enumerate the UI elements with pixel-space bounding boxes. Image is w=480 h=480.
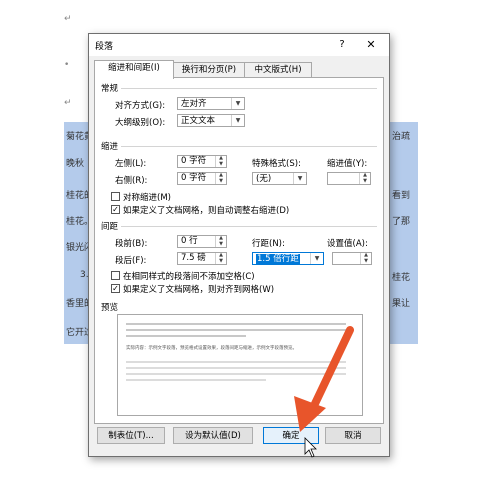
preview-line [126,323,346,325]
separator [121,146,377,147]
document-line: 果让 [392,299,411,309]
close-button[interactable]: ✕ [362,37,380,53]
general-heading: 常规 [101,84,119,94]
help-button[interactable]: ? [334,37,350,53]
preview-line [126,335,246,337]
separator [121,226,377,227]
set-default-button[interactable]: 设为默认值(D) [173,427,253,444]
alignment-select[interactable]: 左对齐 ▼ [177,97,245,110]
spacing-before-label: 段前(B): [115,239,148,249]
line-spacing-at-label: 设置值(A): [327,239,368,249]
preview-line [126,329,346,331]
mirror-indents-label: 对称缩进(M) [123,193,171,203]
tab-indents-spacing[interactable]: 缩进和间距(I) [94,60,174,79]
document-line: 桂花 [392,273,411,283]
spinner-arrows-icon[interactable]: ▲ ▼ [215,155,226,167]
special-indent-label: 特殊格式(S): [252,159,301,169]
indent-heading: 缩进 [101,142,119,152]
line-spacing-at-spinner[interactable]: ▲ ▼ [332,252,372,265]
spacing-after-value: 7.5 磅 [181,253,206,263]
paragraph-mark: ↵ [64,98,72,108]
preview-line [126,361,346,363]
preview-box: 实际内容：示例文字段落，预览格式设置效果，段落间距与缩进，示例文字段落预览。 [117,314,363,416]
indent-by-spinner[interactable]: ▲ ▼ [327,172,371,185]
document-line: 治疏 [392,132,411,142]
spinner-arrows-icon[interactable]: ▲ ▼ [359,172,370,184]
chevron-down-icon[interactable]: ▼ [293,173,306,184]
no-space-same-style-label: 在相同样式的段落间不添加空格(C) [123,272,255,282]
spinner-arrows-icon[interactable]: ▲ ▼ [215,235,226,247]
ok-button[interactable]: 确定 [263,427,319,444]
spinner-arrows-icon[interactable]: ▲ ▼ [360,252,371,264]
selection-highlight-right [388,122,418,344]
indent-right-spinner[interactable]: 0 字符 ▲ ▼ [177,172,227,185]
preview-line [126,373,346,375]
indent-right-value: 0 字符 [181,173,207,183]
spacing-before-spinner[interactable]: 0 行 ▲ ▼ [177,235,227,248]
chevron-down-icon[interactable]: ▼ [231,98,244,109]
line-spacing-value: 1.5 倍行距 [256,254,300,264]
separator [121,88,377,89]
indent-left-value: 0 字符 [181,156,207,166]
alignment-label: 对齐方式(G): [115,101,166,111]
indent-by-label: 缩进值(Y): [327,159,368,169]
outline-level-select[interactable]: 正文文本 ▼ [177,114,245,127]
auto-adjust-indent-checkbox[interactable]: ✓ [111,205,120,214]
tabs-button[interactable]: 制表位(T)... [97,427,165,444]
spacing-after-spinner[interactable]: 7.5 磅 ▲ ▼ [177,252,227,265]
line-spacing-select[interactable]: 1.5 倍行距 ▼ [252,252,324,265]
no-space-same-style-checkbox[interactable] [111,271,120,280]
outline-level-label: 大纲级别(O): [115,118,166,128]
tab-asian-typography[interactable]: 中文版式(H) [244,62,312,78]
tab-line-page-breaks[interactable]: 换行和分页(P) [172,62,246,78]
preview-line [126,379,266,381]
line-spacing-label: 行距(N): [252,239,285,249]
special-indent-value: (无) [256,174,272,184]
document-line: 看到 [392,191,411,201]
alignment-value: 左对齐 [181,99,207,109]
mirror-indents-checkbox[interactable] [111,192,120,201]
chevron-down-icon[interactable]: ▼ [231,115,244,126]
snap-to-grid-label: 如果定义了文档网格，则对齐到网格(W) [123,285,275,295]
indent-left-label: 左侧(L): [115,159,147,169]
document-line: 了那 [392,217,411,227]
indent-left-spinner[interactable]: 0 字符 ▲ ▼ [177,155,227,168]
spacing-after-label: 段后(F): [115,256,147,266]
spinner-arrows-icon[interactable]: ▲ ▼ [215,252,226,264]
preview-sample-text: 实际内容：示例文字段落，预览格式设置效果，段落间距与缩进，示例文字段落预览。 [126,346,297,351]
paragraph-dialog: 段落 ? ✕ 缩进和间距(I) 换行和分页(P) 中文版式(H) 常规 对齐方式… [88,33,390,457]
tab-panel: 常规 对齐方式(G): 左对齐 ▼ 大纲级别(O): 正文文本 ▼ 缩进 左侧(… [94,77,384,424]
preview-heading: 预览 [101,303,119,313]
dialog-title: 段落 [95,42,114,52]
spacing-heading: 间距 [101,222,119,232]
special-indent-select[interactable]: (无) ▼ [252,172,307,185]
spacing-before-value: 0 行 [181,236,198,246]
paragraph-mark: ↵ [64,14,72,24]
paragraph-mark: • [64,60,70,70]
dialog-titlebar[interactable]: 段落 ? ✕ [89,34,389,56]
cancel-button[interactable]: 取消 [325,427,381,444]
auto-adjust-indent-label: 如果定义了文档网格，则自动调整右缩进(D) [123,206,290,216]
snap-to-grid-checkbox[interactable]: ✓ [111,284,120,293]
outline-level-value: 正文文本 [181,116,216,126]
preview-line [126,367,346,369]
chevron-down-icon[interactable]: ▼ [310,253,323,264]
indent-right-label: 右侧(R): [115,176,148,186]
spinner-arrows-icon[interactable]: ▲ ▼ [215,172,226,184]
